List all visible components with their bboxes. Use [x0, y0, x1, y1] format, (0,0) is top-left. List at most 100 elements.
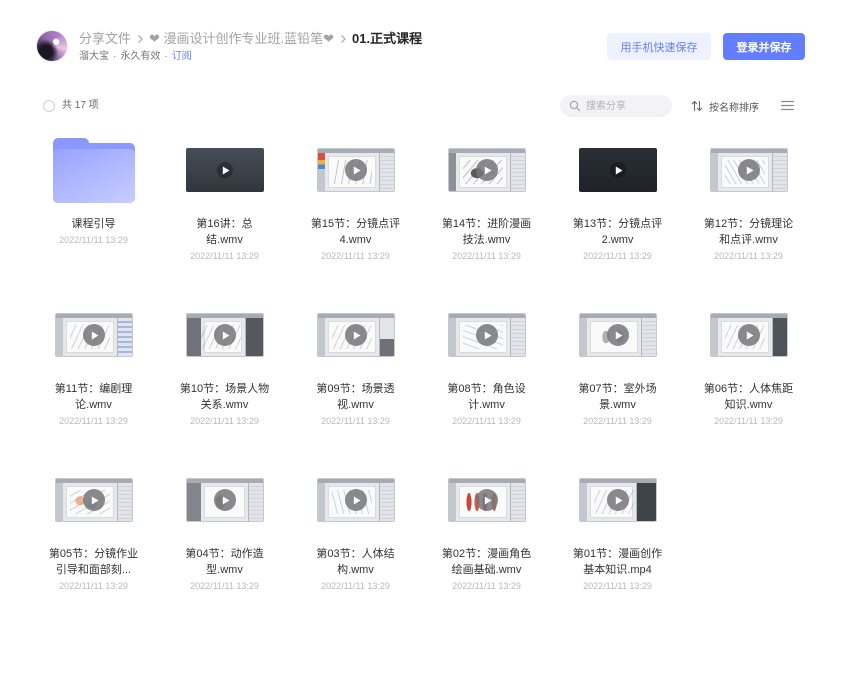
video-file-item[interactable]: 第02节：漫画角色 绘画基础.wmv 2022/11/11 13:29	[421, 465, 552, 630]
video-thumbnail-image	[709, 148, 788, 192]
play-icon	[737, 324, 760, 346]
avatar[interactable]	[36, 30, 68, 62]
thumbnail-detail	[771, 318, 787, 356]
folder-item[interactable]: 课程引导 2022/11/11 13:29	[28, 135, 159, 300]
file-name: 第09节：场景透 视.wmv	[316, 381, 394, 413]
owner-name: 溜大宝	[79, 51, 109, 62]
file-thumbnail	[159, 135, 290, 205]
file-name-line: 论.wmv	[75, 399, 112, 411]
thumbnail-detail	[509, 483, 525, 521]
play-icon	[475, 324, 498, 346]
file-name-line: 第07节：室外场	[578, 383, 657, 395]
file-name-line: 第10节：场景人物	[179, 383, 270, 395]
video-file-item[interactable]: 第06节：人体焦距 知识.wmv 2022/11/11 13:29	[683, 300, 814, 465]
file-thumbnail	[28, 300, 159, 370]
file-name: 第12节：分镜理论 和点评.wmv	[704, 216, 793, 248]
video-file-item[interactable]: 第11节：编剧理 论.wmv 2022/11/11 13:29	[28, 300, 159, 465]
file-date: 2022/11/11 13:29	[452, 581, 521, 591]
file-date: 2022/11/11 13:29	[714, 251, 783, 261]
file-name: 第14节：进阶漫画 技法.wmv	[442, 216, 531, 248]
validity-label: 永久有效	[120, 51, 161, 62]
select-all-checkbox[interactable]	[43, 100, 55, 112]
file-name-line: 技法.wmv	[462, 234, 511, 246]
folder-icon-front	[52, 148, 135, 203]
thumbnail-detail	[509, 153, 525, 191]
thumbnail-detail	[317, 483, 325, 521]
file-date: 2022/11/11 13:29	[59, 581, 128, 591]
video-thumbnail-image	[447, 148, 526, 192]
sort-button[interactable]: 按名称排序	[691, 99, 759, 114]
meta-separator: ·	[113, 51, 117, 62]
video-thumbnail-image	[54, 313, 133, 357]
thumbnail-detail	[116, 483, 132, 521]
file-name-line: 第14节：进阶漫画	[441, 218, 532, 230]
play-icon	[606, 324, 629, 346]
video-file-item[interactable]: 第15节：分镜点评 4.wmv 2022/11/11 13:29	[290, 135, 421, 300]
play-icon	[213, 489, 236, 511]
search-box[interactable]	[560, 95, 672, 117]
play-icon	[82, 489, 105, 511]
video-file-item[interactable]: 第10节：场景人物 关系.wmv 2022/11/11 13:29	[159, 300, 290, 465]
file-name: 第04节：动作造 型.wmv	[185, 546, 263, 578]
file-name-line: 第13节：分镜点评	[572, 218, 663, 230]
file-name: 第02节：漫画角色 绘画基础.wmv	[442, 546, 531, 578]
file-thumbnail	[683, 135, 814, 205]
file-date: 2022/11/11 13:29	[321, 581, 390, 591]
thumbnail-detail	[116, 318, 132, 356]
login-save-button[interactable]: 登录并保存	[723, 33, 805, 60]
file-name-line: 构.wmv	[337, 564, 374, 576]
video-file-item[interactable]: 第16讲：总 结.wmv 2022/11/11 13:29	[159, 135, 290, 300]
play-icon	[737, 159, 760, 181]
file-thumbnail	[159, 300, 290, 370]
thumbnail-detail	[509, 318, 525, 356]
play-icon	[213, 324, 236, 346]
file-thumbnail	[421, 300, 552, 370]
chevron-right-icon	[136, 31, 144, 47]
file-name-line: 知识.wmv	[724, 399, 773, 411]
subscribe-link[interactable]: 订阅	[172, 50, 192, 64]
video-file-item[interactable]: 第08节：角色设 计.wmv 2022/11/11 13:29	[421, 300, 552, 465]
file-thumbnail	[159, 465, 290, 535]
video-file-item[interactable]: 第05节：分镜作业 引导和面部刻... 2022/11/11 13:29	[28, 465, 159, 630]
file-date: 2022/11/11 13:29	[452, 416, 521, 426]
thumbnail-detail	[710, 318, 718, 356]
breadcrumb-item-share-files[interactable]: 分享文件	[79, 31, 131, 47]
video-file-item[interactable]: 第07节：室外场 景.wmv 2022/11/11 13:29	[552, 300, 683, 465]
file-name-line: 第15节：分镜点评	[310, 218, 401, 230]
video-file-item[interactable]: 第01节：漫画创作 基本知识.mp4 2022/11/11 13:29	[552, 465, 683, 630]
file-name: 第03节：人体结 构.wmv	[316, 546, 394, 578]
video-file-item[interactable]: 第14节：进阶漫画 技法.wmv 2022/11/11 13:29	[421, 135, 552, 300]
video-file-item[interactable]: 第12节：分镜理论 和点评.wmv 2022/11/11 13:29	[683, 135, 814, 300]
video-file-item[interactable]: 第13节：分镜点评 2.wmv 2022/11/11 13:29	[552, 135, 683, 300]
mobile-save-button[interactable]: 用手机快速保存	[607, 33, 711, 60]
sort-icon	[691, 100, 703, 112]
thumbnail-detail	[378, 318, 394, 356]
video-thumbnail-image	[447, 313, 526, 357]
file-date: 2022/11/11 13:29	[321, 416, 390, 426]
file-name-line: 第01节：漫画创作	[572, 548, 663, 560]
file-name-line: 第06节：人体焦距	[703, 383, 794, 395]
file-name-line: 4.wmv	[339, 234, 372, 246]
file-thumbnail	[552, 465, 683, 535]
search-input[interactable]	[586, 95, 666, 117]
menu-icon[interactable]	[781, 100, 794, 111]
video-file-item[interactable]: 第09节：场景透 视.wmv 2022/11/11 13:29	[290, 300, 421, 465]
file-name-line: 绘画基础.wmv	[451, 564, 522, 576]
play-icon	[606, 489, 629, 511]
play-icon	[475, 159, 498, 181]
file-name-line: 型.wmv	[206, 564, 243, 576]
file-date: 2022/11/11 13:29	[190, 581, 259, 591]
file-name: 第05节：分镜作业 引导和面部刻...	[49, 546, 138, 578]
file-name-line: 第12节：分镜理论	[703, 218, 794, 230]
thumbnail-detail	[55, 483, 63, 521]
video-file-item[interactable]: 第04节：动作造 型.wmv 2022/11/11 13:29	[159, 465, 290, 630]
file-name-line: 第03节：人体结	[316, 548, 395, 560]
file-name-line: 第08节：角色设	[447, 383, 526, 395]
video-thumbnail-image	[578, 148, 657, 192]
breadcrumb-item-parent-folder[interactable]: ❤ 漫画设计创作专业班.蓝铅笔❤	[149, 31, 334, 47]
video-file-item[interactable]: 第03节：人体结 构.wmv 2022/11/11 13:29	[290, 465, 421, 630]
thumbnail-detail	[640, 318, 656, 356]
thumbnail-detail	[55, 318, 63, 356]
play-icon	[82, 324, 105, 346]
chevron-right-icon	[339, 31, 347, 47]
